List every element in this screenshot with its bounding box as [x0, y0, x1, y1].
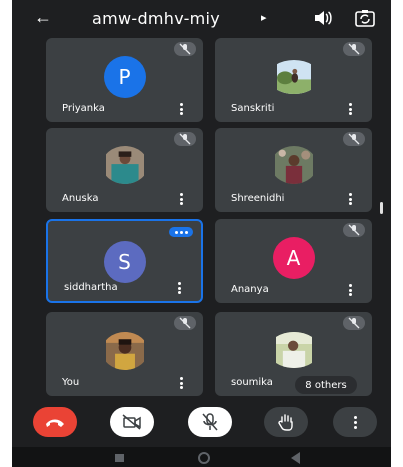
more-vertical-icon[interactable]	[178, 282, 182, 294]
participant-name: soumika	[231, 377, 273, 388]
more-vertical-icon[interactable]	[349, 193, 353, 205]
meeting-code[interactable]: amw-dmhv-miy	[92, 9, 220, 28]
avatar-photo	[276, 60, 311, 94]
participant-tile[interactable]: Shreenidhi	[215, 128, 372, 212]
mic-off-icon	[343, 316, 365, 330]
more-options-button[interactable]	[333, 407, 377, 437]
camera-off-icon	[122, 414, 141, 430]
more-vertical-icon[interactable]	[180, 377, 184, 389]
system-navigation-bar	[12, 447, 391, 467]
raise-hand-icon	[278, 414, 293, 431]
end-call-button[interactable]	[33, 407, 77, 437]
participant-tile-active-speaker[interactable]: S siddhartha	[46, 219, 203, 303]
mic-off-icon	[174, 132, 196, 146]
speaker-icon[interactable]	[314, 10, 332, 26]
mic-off-icon	[174, 42, 196, 56]
participant-tile[interactable]: Sanskriti	[215, 38, 372, 122]
avatar: S	[103, 241, 146, 283]
more-vertical-icon[interactable]	[349, 284, 353, 296]
participant-name: Shreenidhi	[231, 193, 285, 204]
avatar-photo	[105, 332, 144, 370]
avatar-photo	[105, 146, 144, 184]
avatar-photo	[274, 146, 313, 184]
recent-apps-icon[interactable]	[115, 454, 124, 462]
more-vertical-icon[interactable]	[180, 193, 184, 205]
call-controls	[12, 402, 391, 442]
switch-camera-icon[interactable]	[355, 9, 375, 27]
arrow-back-icon[interactable]: ←	[34, 7, 52, 28]
participant-name: Sanskriti	[231, 103, 275, 114]
mic-off-icon	[343, 223, 365, 237]
more-vertical-icon[interactable]	[349, 103, 353, 115]
participant-name: Ananya	[231, 284, 269, 295]
camera-toggle-button[interactable]	[110, 407, 154, 437]
more-vertical-icon	[353, 415, 357, 429]
participant-name: Priyanka	[62, 103, 105, 114]
caret-right-icon[interactable]: ▸	[261, 11, 267, 24]
top-bar: ← amw-dmhv-miy ▸	[12, 0, 391, 36]
meet-call-screen: ← amw-dmhv-miy ▸ P Priyanka Sanskriti An…	[12, 0, 391, 467]
mic-off-icon	[174, 316, 196, 330]
participant-name: siddhartha	[64, 282, 118, 293]
more-vertical-icon[interactable]	[180, 103, 184, 115]
others-count-chip[interactable]: 8 others	[295, 376, 357, 394]
avatar: A	[272, 237, 315, 279]
mic-off-icon	[202, 413, 218, 431]
raise-hand-button[interactable]	[264, 407, 308, 437]
mic-off-icon	[343, 42, 365, 56]
home-icon[interactable]	[198, 452, 210, 464]
scrollbar[interactable]	[380, 202, 383, 214]
participant-tile[interactable]: You	[46, 312, 203, 396]
avatar: P	[103, 56, 146, 98]
back-triangle-icon[interactable]	[291, 452, 300, 464]
participant-name: Anuska	[62, 193, 99, 204]
participant-tile[interactable]: A Ananya	[215, 219, 372, 303]
participant-tile[interactable]: Anuska	[46, 128, 203, 212]
participant-name: You	[62, 377, 80, 388]
mic-off-icon	[343, 132, 365, 146]
end-call-icon	[46, 419, 64, 427]
avatar-photo	[275, 332, 312, 368]
participant-tile[interactable]: P Priyanka	[46, 38, 203, 122]
speaking-indicator-icon	[169, 227, 193, 237]
mic-toggle-button[interactable]	[188, 407, 232, 437]
